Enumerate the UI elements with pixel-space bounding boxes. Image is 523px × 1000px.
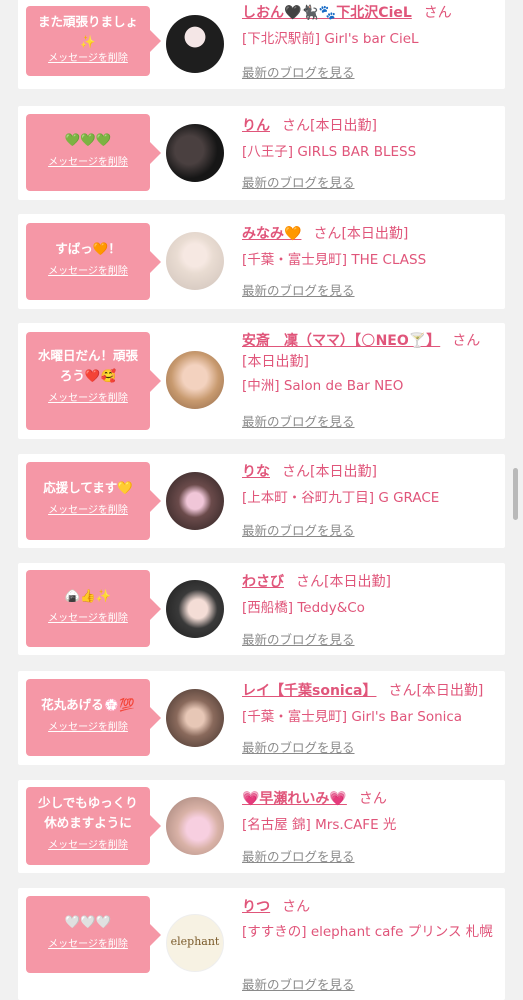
honorific: さん — [313, 226, 342, 242]
cast-name-link[interactable]: りん — [242, 118, 270, 134]
scrollbar[interactable] — [513, 468, 518, 520]
delete-message-link[interactable]: メッセージを削除 — [26, 721, 150, 735]
message-card: 花丸あげる💮💯 メッセージを削除 レイ【千葉sonica】 さん[本日出勤] [千… — [18, 671, 505, 765]
delete-message-link[interactable]: メッセージを削除 — [26, 612, 150, 626]
message-text: 💚💚💚 — [64, 132, 112, 147]
message-card: 🍙👍✨ メッセージを削除 わさび さん[本日出勤] [西船橋] Teddy&Co … — [18, 563, 505, 655]
shop-info: [名古屋 錦] Mrs.CAFE 光 — [242, 817, 397, 833]
honorific: さん — [282, 118, 310, 134]
message-text: 🍙👍✨ — [64, 588, 112, 603]
message-bubble: すばっ🧡！ メッセージを削除 — [26, 223, 161, 300]
status-badge: [本日出勤] — [324, 574, 391, 590]
cast-name-link[interactable]: みなみ🧡 — [242, 226, 301, 242]
message-text: 応援してます💛 — [43, 480, 133, 495]
honorific: さん — [282, 464, 310, 480]
status-badge: [本日出勤] — [242, 354, 309, 370]
message-card: すばっ🧡！ メッセージを削除 みなみ🧡 さん[本日出勤] [千葉・富士見町] TH… — [18, 214, 505, 309]
avatar[interactable] — [166, 797, 224, 855]
honorific: さん — [296, 574, 324, 590]
status-badge: [本日出勤] — [310, 464, 377, 480]
message-bubble: 水曜日だん！頑張 ろう❤️🥰 メッセージを削除 — [26, 332, 161, 430]
message-bubble: また頑張りましょ ✨ メッセージを削除 — [26, 6, 161, 76]
delete-message-link[interactable]: メッセージを削除 — [26, 504, 150, 518]
shop-info: [上本町・谷町九丁目] G GRACE — [242, 490, 440, 506]
latest-blog-link[interactable]: 最新のブログを見る — [242, 846, 355, 865]
message-card: また頑張りましょ ✨ メッセージを削除 しおん🖤🐈‍⬛🐾下北沢CieL さん [下… — [18, 0, 505, 89]
message-text: 🤍🤍🤍 — [64, 914, 112, 929]
shop-info: [千葉・富士見町] THE CLASS — [242, 252, 427, 268]
message-card: 少しでもゆっくり 休めますように メッセージを削除 💗早瀬れいみ💗 さん [名古屋… — [18, 780, 505, 873]
message-text: すばっ🧡！ — [55, 241, 121, 256]
honorific: さん — [282, 899, 311, 915]
message-bubble: 花丸あげる💮💯 メッセージを削除 — [26, 679, 161, 756]
avatar[interactable] — [166, 351, 224, 409]
cast-name-link[interactable]: しおん🖤🐈‍⬛🐾下北沢CieL — [242, 5, 412, 21]
avatar[interactable]: elephant — [166, 914, 224, 972]
avatar[interactable] — [166, 15, 224, 73]
delete-message-link[interactable]: メッセージを削除 — [26, 52, 150, 66]
delete-message-link[interactable]: メッセージを削除 — [26, 156, 150, 170]
message-card: 応援してます💛 メッセージを削除 りな さん[本日出勤] [上本町・谷町九丁目] … — [18, 454, 505, 548]
avatar[interactable] — [166, 580, 224, 638]
cast-name-link[interactable]: りな — [242, 464, 270, 480]
message-text: 水曜日だん！頑張 ろう❤️🥰 — [37, 348, 138, 383]
shop-info: [中洲] Salon de Bar NEO — [242, 378, 404, 394]
avatar[interactable] — [166, 232, 224, 290]
avatar[interactable] — [166, 689, 224, 747]
status-badge: [本日出勤] — [310, 118, 377, 134]
message-card: 💚💚💚 メッセージを削除 りん さん[本日出勤] [八王子] GIRLS BAR … — [18, 106, 505, 200]
message-card: 🤍🤍🤍 メッセージを削除 elephant りつ さん [すすきの] elepha… — [18, 888, 505, 1000]
shop-info: [八王子] GIRLS BAR BLESS — [242, 144, 417, 160]
message-card: 水曜日だん！頑張 ろう❤️🥰 メッセージを削除 安斎 凜（ママ）【🌕NEO🍸】さ… — [18, 323, 505, 439]
message-bubble: 少しでもゆっくり 休めますように メッセージを削除 — [26, 787, 161, 865]
message-bubble: 🤍🤍🤍 メッセージを削除 — [26, 896, 161, 973]
honorific: さん — [358, 791, 387, 807]
shop-info: [千葉・富士見町] Girl's Bar Sonica — [242, 709, 463, 725]
message-text: また頑張りましょ ✨ — [37, 14, 138, 49]
cast-name-link[interactable]: わさび — [242, 574, 284, 590]
delete-message-link[interactable]: メッセージを削除 — [26, 938, 150, 952]
latest-blog-link[interactable]: 最新のブログを見る — [242, 737, 355, 756]
latest-blog-link[interactable]: 最新のブログを見る — [242, 520, 355, 539]
delete-message-link[interactable]: メッセージを削除 — [26, 839, 150, 853]
delete-message-link[interactable]: メッセージを削除 — [26, 265, 150, 279]
message-bubble: 🍙👍✨ メッセージを削除 — [26, 570, 161, 647]
message-bubble: 応援してます💛 メッセージを削除 — [26, 462, 161, 540]
status-badge: [本日出勤] — [341, 226, 409, 242]
status-badge: [本日出勤] — [416, 683, 484, 699]
latest-blog-link[interactable]: 最新のブログを見る — [242, 974, 355, 993]
delete-message-link[interactable]: メッセージを削除 — [26, 392, 150, 406]
latest-blog-link[interactable]: 最新のブログを見る — [242, 411, 355, 430]
honorific: さん — [452, 333, 481, 349]
shop-info: [西船橋] Teddy&Co — [242, 600, 365, 616]
shop-info: [すすきの] elephant cafe プリンス 札幌 — [242, 924, 493, 940]
shop-info: [下北沢駅前] Girl's bar CieL — [242, 31, 419, 47]
message-text: 花丸あげる💮💯 — [41, 697, 135, 712]
cast-name-link[interactable]: 安斎 凜（ママ）【🌕NEO🍸】 — [242, 333, 440, 349]
latest-blog-link[interactable]: 最新のブログを見る — [242, 280, 355, 299]
latest-blog-link[interactable]: 最新のブログを見る — [242, 172, 355, 191]
honorific: さん — [388, 683, 417, 699]
latest-blog-link[interactable]: 最新のブログを見る — [242, 62, 355, 81]
cast-name-link[interactable]: レイ【千葉sonica】 — [242, 683, 376, 699]
avatar[interactable] — [166, 472, 224, 530]
message-bubble: 💚💚💚 メッセージを削除 — [26, 114, 161, 191]
honorific: さん — [423, 5, 452, 21]
cast-name-link[interactable]: 💗早瀬れいみ💗 — [242, 791, 347, 807]
cast-name-link[interactable]: りつ — [242, 899, 270, 915]
elephant-logo-icon: elephant — [170, 935, 220, 948]
latest-blog-link[interactable]: 最新のブログを見る — [242, 629, 355, 648]
message-text: 少しでもゆっくり 休めますように — [38, 795, 138, 830]
avatar[interactable] — [166, 124, 224, 182]
